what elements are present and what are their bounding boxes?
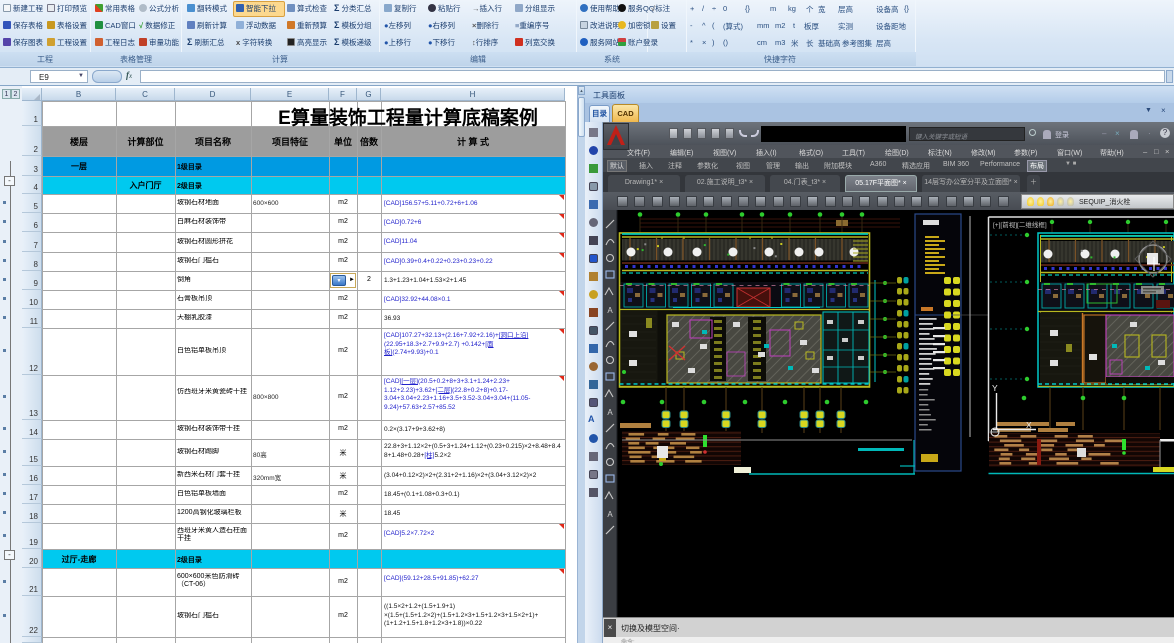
svg-text:A: A xyxy=(607,510,613,519)
svg-text:Y: Y xyxy=(992,383,998,393)
svg-text:[+][前视][二维线框]: [+][前视][二维线框] xyxy=(993,220,1047,229)
svg-text:A: A xyxy=(607,408,613,417)
svg-text:A: A xyxy=(607,306,613,315)
svg-text:X: X xyxy=(1026,420,1032,430)
